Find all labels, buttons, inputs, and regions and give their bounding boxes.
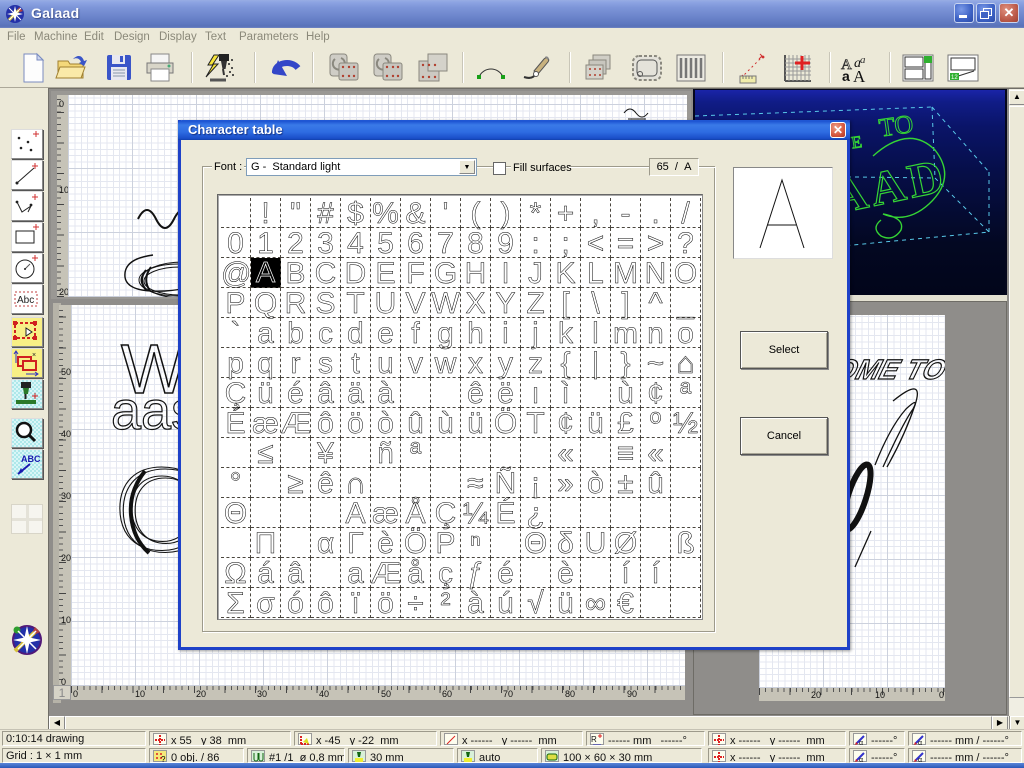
- svg-text:Abc: Abc: [17, 295, 34, 306]
- svg-text:A: A: [853, 67, 866, 85]
- svg-text:a: a: [842, 68, 850, 84]
- svg-text:R: R: [591, 735, 597, 744]
- svg-text:E: E: [850, 132, 863, 152]
- svg-text:α: α: [859, 740, 863, 746]
- svg-text:12: 12: [951, 75, 958, 81]
- svg-text:α: α: [918, 740, 922, 746]
- svg-text:?: ?: [161, 755, 166, 763]
- svg-text:TO: TO: [877, 109, 915, 142]
- svg-text:×: ×: [32, 352, 36, 359]
- svg-text:ABC: ABC: [21, 454, 40, 464]
- svg-text:a: a: [860, 54, 866, 66]
